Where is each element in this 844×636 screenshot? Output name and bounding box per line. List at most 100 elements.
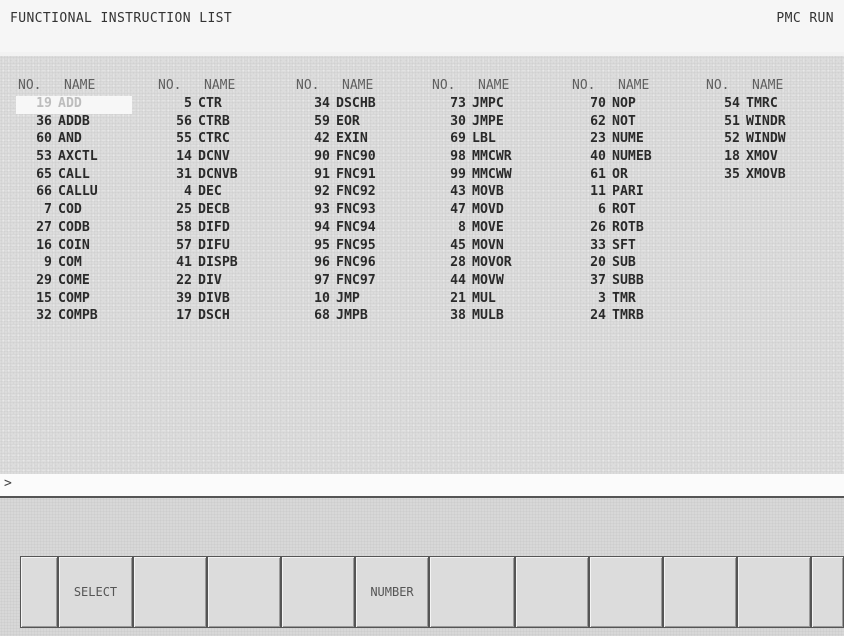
instruction-name: CTRB	[198, 113, 230, 129]
instruction-entry[interactable]: 25 DECB	[158, 202, 292, 220]
instruction-entry[interactable]: 92 FNC92	[296, 184, 430, 202]
instruction-entry[interactable]: 97 FNC97	[296, 273, 430, 291]
instruction-name: AND	[58, 131, 82, 147]
instruction-entry[interactable]: 70 NOP	[572, 96, 706, 114]
instruction-entry[interactable]: 36 ADDB	[18, 114, 152, 132]
instruction-entry[interactable]: 16 COIN	[18, 238, 152, 256]
instruction-entry[interactable]: 14 DCNV	[158, 149, 292, 167]
instruction-entry[interactable]: 44 MOVW	[432, 273, 566, 291]
instruction-entry[interactable]: 56 CTRB	[158, 114, 292, 132]
instruction-entry[interactable]: 31 DCNVB	[158, 167, 292, 185]
instruction-entry[interactable]: 90 FNC90	[296, 149, 430, 167]
softkey-number[interactable]: NUMBER	[355, 556, 429, 628]
instruction-entry[interactable]: 40 NUMEB	[572, 149, 706, 167]
instruction-entry[interactable]: 98 MMCWR	[432, 149, 566, 167]
column-header: NO. NAME	[572, 78, 706, 96]
instruction-entry[interactable]: 15 COMP	[18, 291, 152, 309]
instruction-entry[interactable]: 21 MUL	[432, 291, 566, 309]
instruction-entry[interactable]: 73 JMPC	[432, 96, 566, 114]
instruction-entry[interactable]: 94 FNC94	[296, 220, 430, 238]
instruction-entry[interactable]: 62 NOT	[572, 114, 706, 132]
instruction-entry[interactable]: 37 SUBB	[572, 273, 706, 291]
instruction-entry[interactable]: 45 MOVN	[432, 238, 566, 256]
instruction-number: 59	[314, 113, 330, 129]
instruction-entry[interactable]: 65 CALL	[18, 167, 152, 185]
instruction-entry[interactable]: 96 FNC96	[296, 255, 430, 273]
instruction-entry[interactable]: 91 FNC91	[296, 167, 430, 185]
softkey-blank[interactable]	[663, 556, 737, 628]
instruction-entry[interactable]: 6 ROT	[572, 202, 706, 220]
instruction-entry[interactable]: 93 FNC93	[296, 202, 430, 220]
instruction-entry[interactable]: 61 OR	[572, 167, 706, 185]
instruction-entry[interactable]: 39 DIVB	[158, 291, 292, 309]
instruction-entry[interactable]: 28 MOVOR	[432, 255, 566, 273]
instruction-name: DCNVB	[198, 166, 238, 182]
instruction-name: PARI	[612, 184, 644, 200]
instruction-entry[interactable]: 57 DIFU	[158, 238, 292, 256]
instruction-entry[interactable]: 23 NUME	[572, 131, 706, 149]
softkey-blank[interactable]	[20, 556, 58, 628]
instruction-number: 32	[36, 308, 52, 324]
instruction-number: 19	[36, 96, 52, 111]
instruction-entry[interactable]: 54 TMRC	[706, 96, 840, 114]
instruction-entry[interactable]: 66 CALLU	[18, 184, 152, 202]
instruction-entry[interactable]: 30 JMPE	[432, 114, 566, 132]
instruction-entry[interactable]: 27 CODB	[18, 220, 152, 238]
instruction-entry[interactable]: 22 DIV	[158, 273, 292, 291]
instruction-entry[interactable]: 38 MULB	[432, 308, 566, 326]
key-input-line[interactable]: >	[0, 474, 844, 498]
instruction-entry[interactable]: 69 LBL	[432, 131, 566, 149]
instruction-entry[interactable]: 11 PARI	[572, 184, 706, 202]
instruction-entry[interactable]: 9 COM	[18, 255, 152, 273]
instruction-entry[interactable]: 29 COME	[18, 273, 152, 291]
instruction-entry[interactable]: 35 XMOVB	[706, 167, 840, 185]
instruction-entry[interactable]: 60 AND	[18, 131, 152, 149]
instruction-number: 39	[176, 290, 192, 306]
softkey-blank[interactable]	[589, 556, 663, 628]
instruction-entry[interactable]: 99 MMCWW	[432, 167, 566, 185]
instruction-entry[interactable]: 43 MOVB	[432, 184, 566, 202]
instruction-name: JMP	[336, 290, 360, 306]
softkey-select[interactable]: SELECT	[58, 556, 133, 628]
instruction-name: MOVW	[472, 272, 504, 288]
instruction-entry[interactable]: 4 DEC	[158, 184, 292, 202]
instruction-entry[interactable]: 52 WINDW	[706, 131, 840, 149]
softkey-blank[interactable]	[429, 556, 515, 628]
instruction-entry[interactable]: 47 MOVD	[432, 202, 566, 220]
instruction-entry[interactable]: 51 WINDR	[706, 114, 840, 132]
instruction-entry[interactable]: 19 ADD	[16, 96, 132, 114]
instruction-entry[interactable]: 58 DIFD	[158, 220, 292, 238]
instruction-entry[interactable]: 8 MOVE	[432, 220, 566, 238]
instruction-entry[interactable]: 7 COD	[18, 202, 152, 220]
instruction-entry[interactable]: 41 DISPB	[158, 255, 292, 273]
instruction-name: WINDR	[746, 113, 786, 129]
softkey-blank[interactable]	[515, 556, 589, 628]
instruction-entry[interactable]: 18 XMOV	[706, 149, 840, 167]
softkey-blank[interactable]	[207, 556, 281, 628]
softkey-blank[interactable]	[811, 556, 844, 628]
instruction-entry[interactable]: 17 DSCH	[158, 308, 292, 326]
instruction-entry[interactable]: 55 CTRC	[158, 131, 292, 149]
instruction-entry[interactable]: 34 DSCHB	[296, 96, 430, 114]
instruction-number: 55	[176, 131, 192, 147]
instruction-entry[interactable]: 20 SUB	[572, 255, 706, 273]
no-header: NO.	[432, 78, 456, 93]
instruction-entry[interactable]: 32 COMPB	[18, 308, 152, 326]
instruction-entry[interactable]: 42 EXIN	[296, 131, 430, 149]
instruction-entry[interactable]: 3 TMR	[572, 291, 706, 309]
instruction-number: 93	[314, 202, 330, 218]
instruction-entry[interactable]: 5 CTR	[158, 96, 292, 114]
instruction-entry[interactable]: 10 JMP	[296, 291, 430, 309]
instruction-entry[interactable]: 33 SFT	[572, 238, 706, 256]
instruction-entry[interactable]: 24 TMRB	[572, 308, 706, 326]
instruction-entry[interactable]: 95 FNC95	[296, 238, 430, 256]
softkey-blank[interactable]	[281, 556, 355, 628]
instruction-entry[interactable]: 26 ROTB	[572, 220, 706, 238]
softkey-blank[interactable]	[737, 556, 811, 628]
instruction-entry[interactable]: 53 AXCTL	[18, 149, 152, 167]
instruction-entry[interactable]: 68 JMPB	[296, 308, 430, 326]
instruction-number: 61	[590, 166, 606, 182]
softkey-blank[interactable]	[133, 556, 207, 628]
instruction-number: 43	[450, 184, 466, 200]
instruction-entry[interactable]: 59 EOR	[296, 114, 430, 132]
